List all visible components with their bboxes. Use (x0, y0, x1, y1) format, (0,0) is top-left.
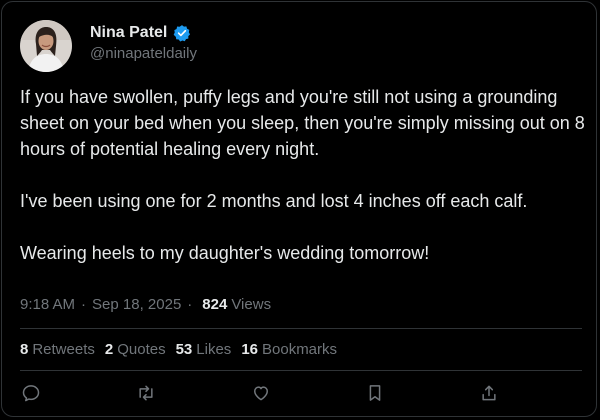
stat-label: Retweets (32, 341, 95, 358)
stat-count: 2 (104, 341, 114, 358)
reply-button[interactable] (20, 382, 42, 404)
retweet-button[interactable] (135, 382, 157, 404)
stat-count: 53 (175, 341, 193, 358)
tweet-date[interactable]: Sep 18, 2025 (92, 296, 181, 313)
like-button[interactable] (250, 382, 272, 404)
verified-badge-icon[interactable] (173, 24, 191, 42)
stat-label: Quotes (117, 341, 166, 358)
share-button[interactable] (478, 382, 500, 404)
tweet-paragraph: Wearing heels to my daughter's wedding t… (20, 243, 430, 263)
stat-label: Bookmarks (262, 341, 338, 358)
stat-count: 8 (20, 341, 29, 358)
like-icon (251, 383, 271, 403)
tweet-paragraph: I've been using one for 2 months and los… (20, 191, 528, 211)
stat-label: Likes (196, 341, 232, 358)
tweet-meta: 9:18 AM · Sep 18, 2025 · 824 Views (20, 296, 271, 313)
reply-icon (21, 383, 41, 403)
stat-retweets[interactable]: 8 Retweets (20, 341, 95, 358)
divider (20, 370, 582, 371)
stat-likes[interactable]: 53 Likes (176, 341, 232, 358)
action-bar (20, 382, 505, 406)
tweet-body: If you have swollen, puffy legs and you'… (20, 84, 585, 266)
tweet-time[interactable]: 9:18 AM (20, 296, 75, 313)
name-row: Nina Patel (90, 24, 197, 42)
bookmark-button[interactable] (364, 382, 386, 404)
share-icon (479, 383, 499, 403)
meta-separator: · (187, 296, 193, 313)
views-label[interactable]: Views (231, 296, 271, 313)
meta-separator: · (81, 296, 87, 313)
retweet-icon (136, 383, 156, 403)
bookmark-icon (365, 383, 385, 403)
divider (20, 328, 582, 329)
tweet-card[interactable]: Nina Patel @ninapateldaily If you have s… (1, 1, 597, 417)
tweet-header: Nina Patel @ninapateldaily (20, 19, 197, 73)
display-name[interactable]: Nina Patel (90, 24, 167, 42)
stat-quotes[interactable]: 2 Quotes (105, 341, 166, 358)
tweet-paragraph: If you have swollen, puffy legs and you'… (20, 87, 585, 159)
stat-count: 16 (241, 341, 258, 358)
engagement-stats: 8 Retweets 2 Quotes 53 Likes 16 Bookmark… (20, 341, 337, 358)
author-names: Nina Patel @ninapateldaily (90, 24, 197, 62)
stat-bookmarks[interactable]: 16 Bookmarks (241, 341, 337, 358)
author-handle[interactable]: @ninapateldaily (90, 45, 197, 62)
views-count[interactable]: 824 (202, 296, 227, 313)
avatar[interactable] (20, 20, 72, 72)
